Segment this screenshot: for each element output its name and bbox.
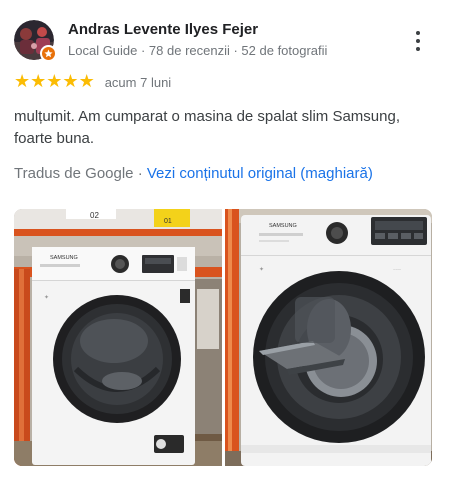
translated-by-label: Tradus de Google bbox=[14, 165, 134, 182]
separator-dot: · bbox=[137, 165, 143, 182]
star-rating: ★ ★ ★ ★ ★ bbox=[14, 73, 95, 91]
view-original-link[interactable]: Vezi conținutul original (maghiară) bbox=[147, 165, 373, 182]
review-text: mulțumit. Am cumparat o masina de spalat… bbox=[14, 108, 400, 147]
review-time: acum 7 luni bbox=[104, 74, 172, 90]
review-photo-1[interactable]: 02 01 SAMSUNG ✦ bbox=[14, 209, 222, 466]
review-photo-2[interactable]: SAMSUNG ✦ ~~~ bbox=[225, 209, 432, 466]
rating-row: ★ ★ ★ ★ ★ acum 7 luni bbox=[14, 72, 171, 92]
svg-text:✦: ✦ bbox=[44, 294, 49, 301]
star-icon: ★ bbox=[78, 71, 95, 92]
washing-machine-closed-image: 02 01 SAMSUNG ✦ bbox=[14, 209, 222, 466]
star-icon: ★ bbox=[30, 71, 47, 92]
brand-label: SAMSUNG bbox=[50, 255, 78, 261]
brand-label: SAMSUNG bbox=[269, 223, 297, 229]
star-icon: ★ bbox=[14, 71, 31, 92]
washing-machine-open-image: SAMSUNG ✦ ~~~ bbox=[225, 209, 432, 466]
more-dot bbox=[416, 47, 420, 51]
local-guide-badge-icon bbox=[40, 45, 57, 62]
tag-text: 01 bbox=[164, 218, 172, 225]
star-icon: ★ bbox=[46, 71, 63, 92]
star-icon: ★ bbox=[62, 71, 79, 92]
author-avatar[interactable] bbox=[14, 20, 57, 62]
review-header: Andras Levente Ilyes Fejer Local Guide ·… bbox=[14, 18, 434, 64]
more-vert-icon[interactable] bbox=[408, 28, 428, 54]
svg-text:✦: ✦ bbox=[259, 266, 264, 273]
author-meta: Local Guide · 78 de recenzii · 52 de fot… bbox=[68, 43, 328, 58]
review-photos: 02 01 SAMSUNG ✦ SAMSUNG ✦ ~~~ bbox=[14, 209, 432, 466]
translation-row: Tradus de Google · Vezi conținutul origi… bbox=[14, 165, 373, 182]
svg-text:~~~: ~~~ bbox=[393, 268, 401, 273]
author-name[interactable]: Andras Levente Ilyes Fejer bbox=[68, 21, 258, 38]
more-dot bbox=[416, 31, 420, 35]
tag-text: 02 bbox=[90, 211, 99, 220]
more-dot bbox=[416, 39, 420, 43]
